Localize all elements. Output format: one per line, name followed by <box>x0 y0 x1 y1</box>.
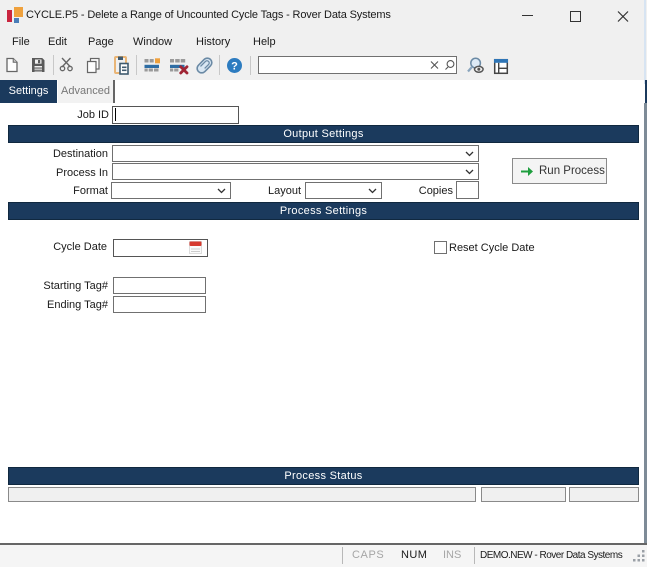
svg-text:?: ? <box>231 61 238 73</box>
